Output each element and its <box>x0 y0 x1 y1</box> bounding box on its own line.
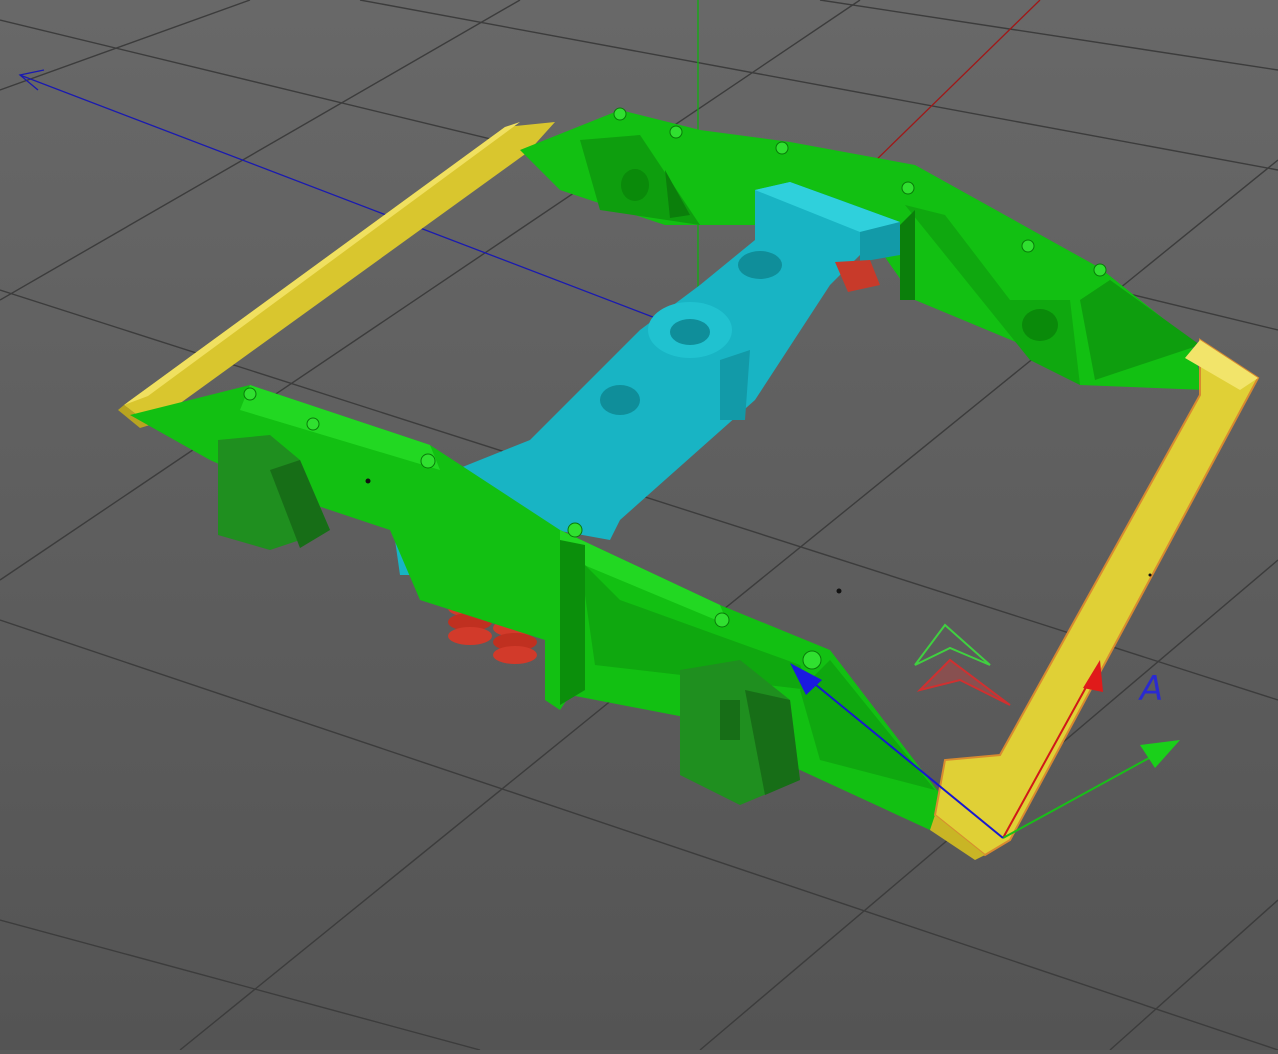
3d-viewport[interactable]: A <box>0 0 1278 1051</box>
gizmo-axis-label: A <box>1138 669 1163 709</box>
viewport-canvas[interactable]: A <box>0 0 1278 1051</box>
